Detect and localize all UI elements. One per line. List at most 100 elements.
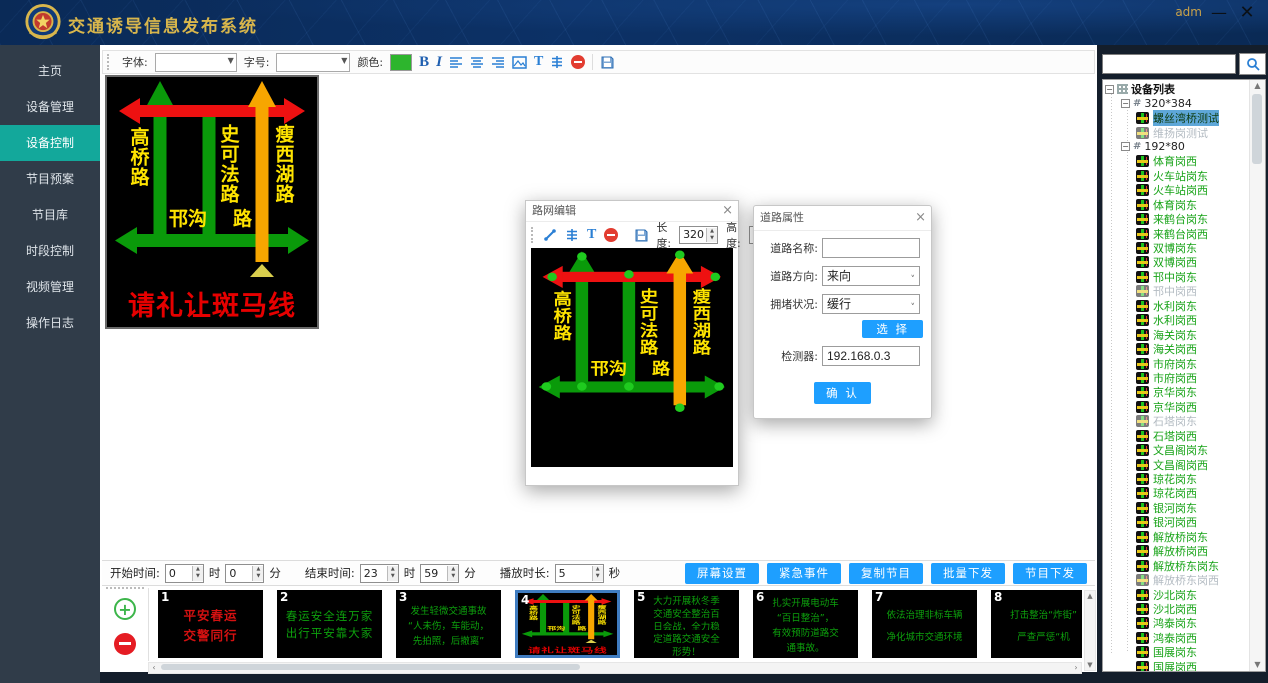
tree-device[interactable]: 解放桥岗东 [1105, 530, 1249, 544]
playlist-item[interactable]: 6扎实开展电动车“百日整治”，有效预防道路交通事故。 [753, 590, 858, 658]
delete-button[interactable] [571, 53, 585, 71]
playlist-item[interactable]: 3发生轻微交通事故“人未伤，车能动，先拍照，后撤离” [396, 590, 501, 658]
tree-device[interactable]: 市府岗东 [1105, 356, 1249, 370]
tree-device[interactable]: 京华岗东 [1105, 385, 1249, 399]
device-search-input[interactable] [1102, 54, 1236, 74]
start-minute-spinner[interactable]: 0▲▼ [225, 564, 264, 583]
roadnet-edit-canvas[interactable]: 高桥路 史可法路 瘦西湖路 邗沟 路 请礼让斑马线 [531, 248, 733, 467]
tree-device[interactable]: 螺丝湾桥测试 [1105, 111, 1249, 125]
expand-toggle-icon[interactable]: − [1121, 142, 1130, 151]
tree-device[interactable]: 文昌阁岗东 [1105, 443, 1249, 457]
align-right-button[interactable] [491, 53, 505, 71]
road-direction-select[interactable]: 来向˅ [822, 266, 920, 286]
expand-toggle-icon[interactable]: − [1105, 85, 1114, 94]
tree-device[interactable]: 石塔岗西 [1105, 429, 1249, 443]
draw-line-button[interactable] [543, 226, 557, 244]
length-spinner[interactable]: 320▲▼ [679, 226, 718, 244]
spin-up-icon[interactable]: ▲ [448, 566, 458, 574]
tree-device[interactable]: 维扬岗测试 [1105, 125, 1249, 139]
tree-device[interactable]: 双博岗西 [1105, 255, 1249, 269]
spin-up-icon[interactable]: ▲ [707, 228, 717, 235]
playlist-item[interactable]: 2春运安全连万家出行平安靠大家 [277, 590, 382, 658]
tree-device[interactable]: 京华岗西 [1105, 400, 1249, 414]
scroll-down-icon[interactable]: ▼ [1085, 660, 1095, 670]
size-select[interactable]: ▼ [276, 53, 350, 72]
screen-settings-button[interactable]: 屏幕设置 [685, 563, 759, 584]
strip-grip[interactable] [106, 587, 144, 589]
tree-device[interactable]: 银河岗西 [1105, 515, 1249, 529]
tree-device[interactable]: 琼花岗西 [1105, 486, 1249, 500]
confirm-button[interactable]: 确 认 [814, 382, 871, 404]
insert-image-button[interactable] [512, 53, 527, 71]
end-minute-spinner[interactable]: 59▲▼ [420, 564, 459, 583]
sign-preview-panel[interactable]: 高桥路 史可法路 瘦西湖路 邗沟 路 请礼让斑马线 [105, 75, 319, 329]
tree-device[interactable]: 体育岗西 [1105, 154, 1249, 168]
font-select[interactable]: ▼ [155, 53, 237, 72]
tree-scrollbar[interactable]: ▲ ▼ [1249, 80, 1265, 671]
tree-device[interactable]: 邗中岗西 [1105, 284, 1249, 298]
roadnet-dialog-titlebar[interactable]: 路网编辑 × [526, 201, 738, 222]
insert-road-button[interactable] [550, 53, 564, 71]
props-dialog-titlebar[interactable]: 道路属性 × [754, 206, 931, 231]
traffic-sign[interactable]: 高桥路 史可法路 瘦西湖路 邗沟 路 请礼让斑马线 [518, 593, 617, 655]
spin-down-icon[interactable]: ▼ [448, 573, 458, 581]
tree-device[interactable]: 火车站岗东 [1105, 169, 1249, 183]
close-icon[interactable]: × [722, 201, 733, 221]
spin-up-icon[interactable]: ▲ [388, 566, 398, 574]
detector-input[interactable] [822, 346, 920, 366]
sidebar-item-time-control[interactable]: 时段控制 [0, 233, 100, 269]
tree-device[interactable]: 体育岗东 [1105, 198, 1249, 212]
end-hour-spinner[interactable]: 23▲▼ [360, 564, 399, 583]
tree-device[interactable]: 邗中岗东 [1105, 270, 1249, 284]
tree-device[interactable]: 来鹤台岗西 [1105, 226, 1249, 240]
insert-text-button[interactable]: T [587, 226, 596, 244]
delete-button[interactable] [604, 226, 618, 244]
tree-device[interactable]: 琼花岗东 [1105, 472, 1249, 486]
sidebar-item-device-control[interactable]: 设备控制 [0, 125, 100, 161]
scroll-right-icon[interactable]: › [1071, 663, 1081, 673]
tree-device[interactable]: 海关岗东 [1105, 327, 1249, 341]
tree-device[interactable]: 火车站岗西 [1105, 183, 1249, 197]
color-swatch[interactable] [390, 54, 412, 71]
playlist-item[interactable]: 4 高桥路 史可法路 瘦西湖路 [515, 590, 620, 658]
tree-device[interactable]: 市府岗西 [1105, 371, 1249, 385]
playlist-item[interactable]: 8打击整治“炸街”严查严惩“机 [991, 590, 1082, 658]
playlist-hscrollbar[interactable]: ‹ › [148, 662, 1082, 674]
playlist-item[interactable]: 5大力开展秋冬季交通安全整治百日会战，全力稳定道路交通安全形势！ [634, 590, 739, 658]
sidebar-item-operation-log[interactable]: 操作日志 [0, 305, 100, 341]
select-detector-button[interactable]: 选 择 [862, 320, 923, 338]
insert-road-button[interactable] [565, 226, 579, 244]
spin-down-icon[interactable]: ▼ [707, 235, 717, 242]
tree-device[interactable]: 石塔岗东 [1105, 414, 1249, 428]
sidebar-item-program-library[interactable]: 节目库 [0, 197, 100, 233]
sidebar-item-home[interactable]: 主页 [0, 53, 100, 89]
playlist-item[interactable]: 7依法治理非标车辆净化城市交通环境 [872, 590, 977, 658]
vscroll-thumb[interactable] [1252, 94, 1262, 164]
emergency-event-button[interactable]: 紧急事件 [767, 563, 841, 584]
spin-down-icon[interactable]: ▼ [193, 573, 203, 581]
expand-toggle-icon[interactable]: − [1121, 99, 1130, 108]
send-program-button[interactable]: 节目下发 [1013, 563, 1087, 584]
tree-group[interactable]: −#320*384 [1105, 96, 1249, 110]
duration-spinner[interactable]: 5▲▼ [555, 564, 604, 583]
tree-device[interactable]: 水利岗西 [1105, 313, 1249, 327]
tree-device[interactable]: 沙北岗西 [1105, 602, 1249, 616]
spin-down-icon[interactable]: ▼ [253, 573, 263, 581]
align-left-button[interactable] [449, 53, 463, 71]
remove-program-button[interactable] [114, 633, 136, 655]
tree-device[interactable]: 双博岗东 [1105, 241, 1249, 255]
align-center-button[interactable] [470, 53, 484, 71]
scroll-left-icon[interactable]: ‹ [149, 663, 159, 673]
sidebar-item-device-management[interactable]: 设备管理 [0, 89, 100, 125]
copy-program-button[interactable]: 复制节目 [849, 563, 923, 584]
bold-button[interactable]: B [419, 53, 429, 71]
playlist-item[interactable]: 1平安春运交警同行 [158, 590, 263, 658]
spin-up-icon[interactable]: ▲ [193, 566, 203, 574]
scroll-up-icon[interactable]: ▲ [1085, 591, 1095, 601]
spin-up-icon[interactable]: ▲ [593, 566, 603, 574]
insert-text-button[interactable]: T [534, 53, 543, 71]
congestion-select[interactable]: 缓行˅ [822, 294, 920, 314]
tree-device[interactable]: 鸿泰岗西 [1105, 631, 1249, 645]
tree-device[interactable]: 沙北岗东 [1105, 587, 1249, 601]
tree-device[interactable]: 来鹤台岗东 [1105, 212, 1249, 226]
